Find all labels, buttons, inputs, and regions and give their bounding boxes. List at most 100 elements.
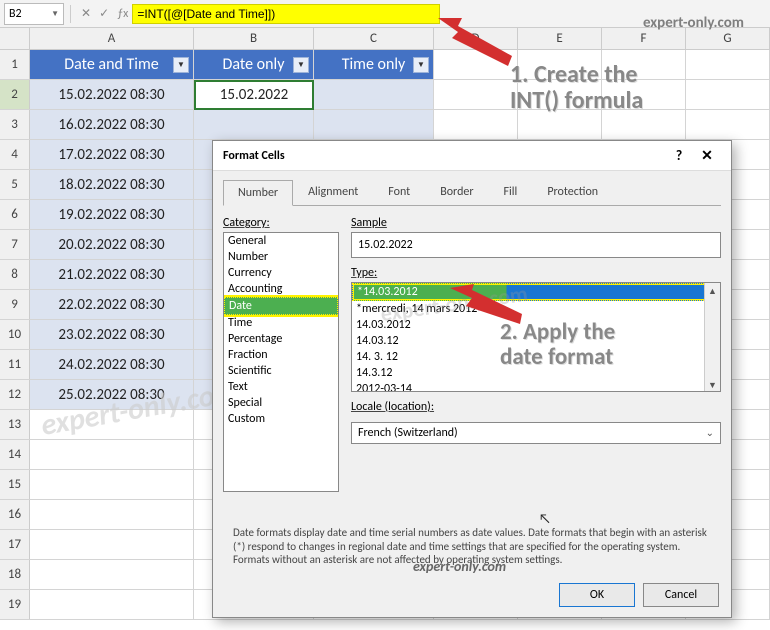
cell[interactable]: 17.02.2022 08:30 xyxy=(30,140,194,169)
row-header[interactable]: 14 xyxy=(0,440,30,469)
fx-icon[interactable]: ƒx xyxy=(117,7,128,21)
cancel-button[interactable]: Cancel xyxy=(643,583,719,607)
cell[interactable] xyxy=(686,80,770,109)
cell[interactable]: 15.02.2022 08:30 xyxy=(30,80,194,109)
cell[interactable] xyxy=(30,440,194,469)
cell[interactable] xyxy=(30,410,194,439)
cell[interactable] xyxy=(686,110,770,139)
name-box[interactable]: B2 ▼ xyxy=(4,3,64,25)
type-item[interactable]: 2012-03-14 xyxy=(352,381,720,392)
row-header[interactable]: 13 xyxy=(0,410,30,439)
cell[interactable]: 22.02.2022 08:30 xyxy=(30,290,194,319)
cell[interactable] xyxy=(30,560,194,589)
category-item[interactable]: Scientific xyxy=(224,363,338,379)
table-header-time-only[interactable]: Time only▼ xyxy=(314,50,434,79)
cell[interactable]: 20.02.2022 08:30 xyxy=(30,230,194,259)
cell[interactable]: 16.02.2022 08:30 xyxy=(30,110,194,139)
row-header[interactable]: 10 xyxy=(0,320,30,349)
col-header-c[interactable]: C xyxy=(314,28,434,49)
cell[interactable] xyxy=(314,80,434,109)
cell[interactable] xyxy=(602,80,686,109)
chevron-down-icon[interactable]: ⌄ xyxy=(706,426,714,440)
cell[interactable]: 24.02.2022 08:30 xyxy=(30,350,194,379)
cell[interactable] xyxy=(602,110,686,139)
scroll-down-icon[interactable]: ▼ xyxy=(705,377,720,392)
tab-protection[interactable]: Protection xyxy=(532,179,613,205)
cell[interactable] xyxy=(434,110,518,139)
cell[interactable] xyxy=(686,50,770,79)
cell[interactable] xyxy=(194,110,314,139)
table-header-date-only[interactable]: Date only▼ xyxy=(194,50,314,79)
scroll-up-icon[interactable]: ▲ xyxy=(705,283,720,299)
row-header[interactable]: 8 xyxy=(0,260,30,289)
type-item[interactable]: 14.3.12 xyxy=(352,365,720,381)
type-item[interactable]: *mercredi, 14 mars 2012 xyxy=(352,301,720,317)
cell[interactable] xyxy=(30,590,194,619)
row-header[interactable]: 18 xyxy=(0,560,30,589)
category-item[interactable]: Accounting xyxy=(224,281,338,297)
category-item[interactable]: Time xyxy=(224,315,338,331)
col-header-b[interactable]: B xyxy=(194,28,314,49)
category-item[interactable]: Custom xyxy=(224,411,338,427)
cell[interactable]: 23.02.2022 08:30 xyxy=(30,320,194,349)
type-item[interactable]: 14.03.2012 xyxy=(352,317,720,333)
row-header[interactable]: 12 xyxy=(0,380,30,409)
tab-number[interactable]: Number xyxy=(223,180,293,206)
cell[interactable]: 19.02.2022 08:30 xyxy=(30,200,194,229)
scrollbar[interactable]: ▲▼ xyxy=(704,283,720,391)
cell[interactable] xyxy=(602,50,686,79)
type-item[interactable]: 14.03.12 xyxy=(352,333,720,349)
cell[interactable] xyxy=(518,110,602,139)
type-item[interactable]: 14. 3. 12 xyxy=(352,349,720,365)
category-item[interactable]: General xyxy=(224,233,338,249)
cell[interactable]: 21.02.2022 08:30 xyxy=(30,260,194,289)
table-header-date-time[interactable]: Date and Time▼ xyxy=(30,50,194,79)
filter-dropdown-icon[interactable]: ▼ xyxy=(173,57,189,73)
col-header-a[interactable]: A xyxy=(30,28,194,49)
row-header[interactable]: 17 xyxy=(0,530,30,559)
row-header[interactable]: 2 xyxy=(0,80,30,109)
row-header[interactable]: 9 xyxy=(0,290,30,319)
category-list[interactable]: GeneralNumberCurrencyAccountingDateTimeP… xyxy=(223,232,339,492)
cell[interactable] xyxy=(314,110,434,139)
cell[interactable] xyxy=(518,50,602,79)
category-item[interactable]: Special xyxy=(224,395,338,411)
category-item[interactable]: Number xyxy=(224,249,338,265)
row-header[interactable]: 11 xyxy=(0,350,30,379)
type-item[interactable]: *14.03.2012 xyxy=(352,283,720,301)
row-header[interactable]: 1 xyxy=(0,50,30,79)
cell[interactable] xyxy=(30,470,194,499)
col-header-e[interactable]: E xyxy=(518,28,602,49)
filter-dropdown-icon[interactable]: ▼ xyxy=(413,57,429,73)
row-header[interactable]: 3 xyxy=(0,110,30,139)
type-list[interactable]: *14.03.2012*mercredi, 14 mars 201214.03.… xyxy=(351,282,721,392)
select-all-corner[interactable] xyxy=(0,28,30,49)
cell[interactable]: 15.02.2022 xyxy=(194,80,314,110)
cell[interactable]: 25.02.2022 08:30 xyxy=(30,380,194,409)
row-header[interactable]: 5 xyxy=(0,170,30,199)
cell[interactable] xyxy=(434,80,518,109)
accept-formula-icon[interactable]: ✓ xyxy=(99,6,109,21)
cell[interactable] xyxy=(30,530,194,559)
category-item[interactable]: Percentage xyxy=(224,331,338,347)
cell[interactable] xyxy=(518,80,602,109)
row-header[interactable]: 16 xyxy=(0,500,30,529)
tab-border[interactable]: Border xyxy=(425,179,488,205)
chevron-down-icon[interactable]: ▼ xyxy=(51,9,59,19)
close-icon[interactable]: ✕ xyxy=(693,147,721,164)
cell[interactable]: 18.02.2022 08:30 xyxy=(30,170,194,199)
locale-select[interactable]: French (Switzerland) ⌄ xyxy=(351,422,721,444)
row-header[interactable]: 4 xyxy=(0,140,30,169)
formula-input[interactable]: =INT([@[Date and Time]]) xyxy=(132,4,440,24)
row-header[interactable]: 15 xyxy=(0,470,30,499)
tab-alignment[interactable]: Alignment xyxy=(293,179,373,205)
tab-fill[interactable]: Fill xyxy=(489,179,533,205)
cell[interactable] xyxy=(30,500,194,529)
category-item[interactable]: Date xyxy=(224,297,338,315)
category-item[interactable]: Fraction xyxy=(224,347,338,363)
category-item[interactable]: Currency xyxy=(224,265,338,281)
cancel-formula-icon[interactable]: ✕ xyxy=(81,6,91,21)
row-header[interactable]: 19 xyxy=(0,590,30,619)
row-header[interactable]: 7 xyxy=(0,230,30,259)
category-item[interactable]: Text xyxy=(224,379,338,395)
